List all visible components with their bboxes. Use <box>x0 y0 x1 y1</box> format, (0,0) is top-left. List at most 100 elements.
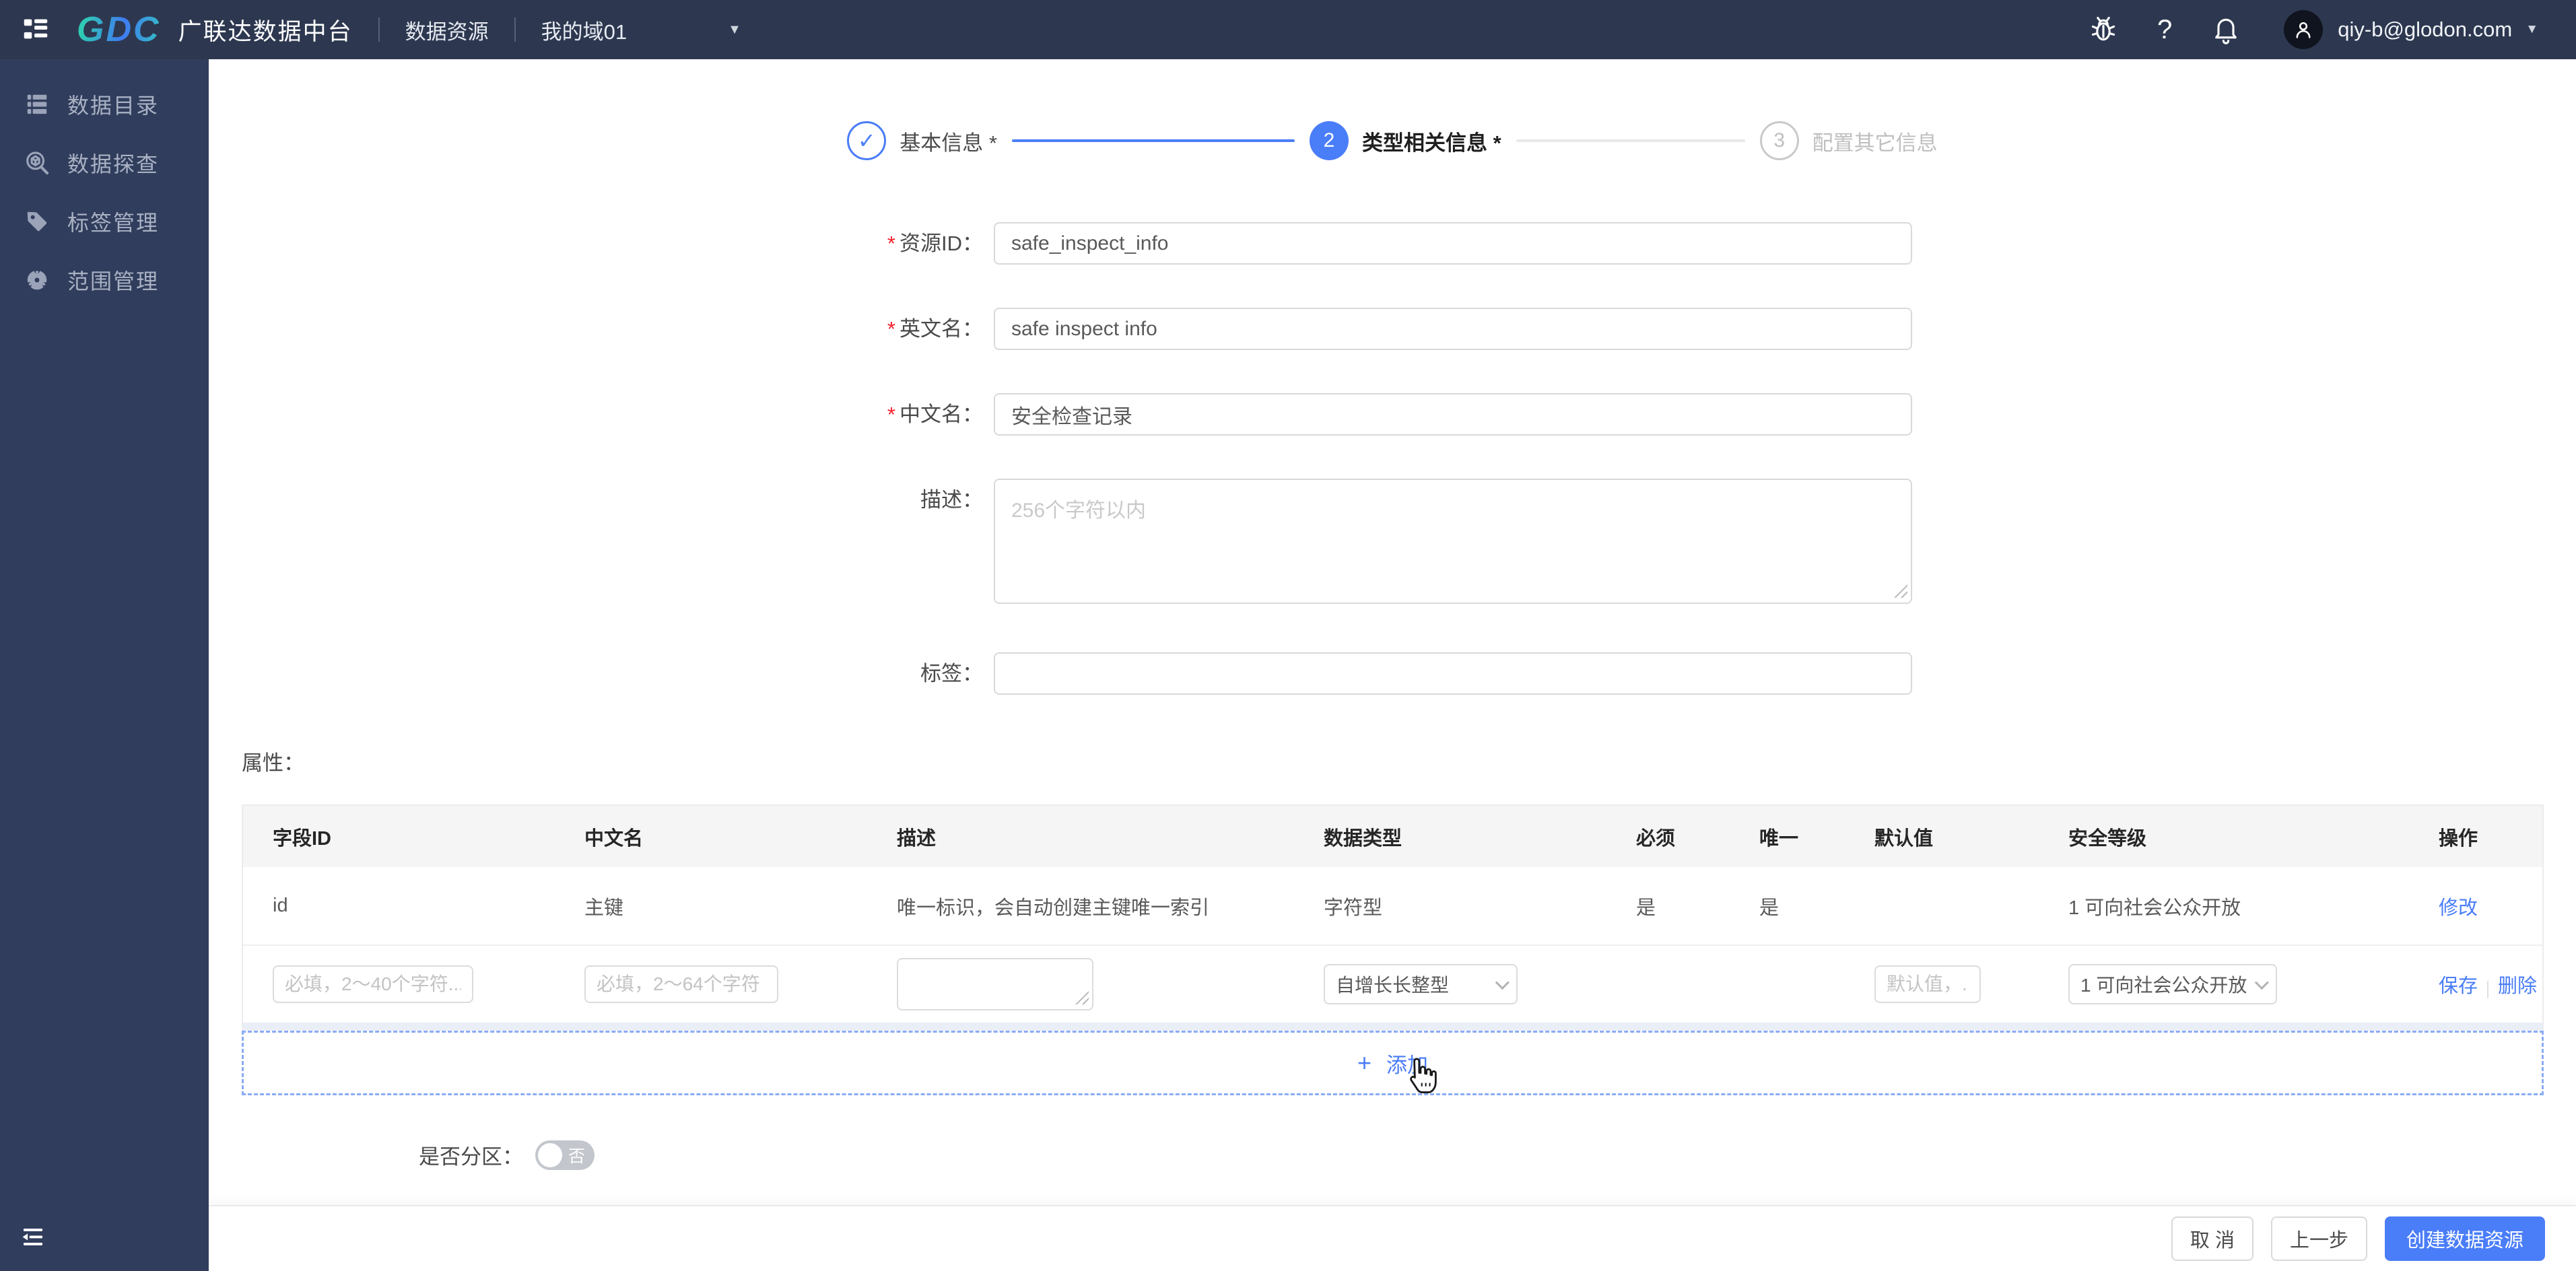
field-id-input[interactable] <box>273 965 473 1003</box>
description-field[interactable] <box>994 479 1912 604</box>
sidebar-item-tag-management[interactable]: 标签管理 <box>0 197 209 246</box>
desc-input[interactable] <box>897 958 1093 1010</box>
toggle-knob <box>538 1142 562 1167</box>
table-edit-row: 自增长长整型 是 是 <box>243 946 2542 1023</box>
step-number: 3 <box>1759 121 1799 160</box>
step-check-icon: ✓ <box>847 121 887 160</box>
sidebar-item-data-catalog[interactable]: 数据目录 <box>0 79 209 129</box>
user-email[interactable]: qiy-b@glodon.com <box>2338 18 2512 42</box>
domain-selector[interactable]: 我的域01 ▼ <box>541 15 741 45</box>
sidebar-item-data-explore[interactable]: 数据探查 <box>0 138 209 187</box>
step-connector-wait <box>1516 139 1745 142</box>
table-scrollbar-track[interactable] <box>243 1023 2542 1031</box>
step-other-config[interactable]: 3 配置其它信息 <box>1759 121 1938 160</box>
sidebar-item-label: 数据探查 <box>67 151 160 176</box>
step-label: 配置其它信息 <box>1812 131 1938 155</box>
delete-row-link[interactable]: 删除 <box>2498 975 2537 997</box>
sidebar: 数据目录 数据探查 标签管理 范围管理 <box>0 59 209 1271</box>
notification-bell-icon[interactable] <box>2211 15 2241 44</box>
step-number: 2 <box>1310 121 1349 160</box>
previous-step-button[interactable]: 上一步 <box>2270 1216 2367 1261</box>
sidebar-collapse-icon[interactable] <box>19 1224 47 1252</box>
help-icon[interactable]: ? <box>2157 15 2172 45</box>
footer-action-bar: 取 消 上一步 创建数据资源 <box>209 1205 2576 1271</box>
partition-row: 是否分区： 否 <box>419 1140 2576 1170</box>
col-header-unique: 唯一 <box>1759 827 1799 850</box>
col-header-required: 必须 <box>1636 827 1676 850</box>
required-asterisk: * <box>887 317 895 341</box>
edit-row-link[interactable]: 修改 <box>2439 892 2513 920</box>
tag-icon <box>27 211 47 231</box>
col-header-action: 操作 <box>2439 827 2478 850</box>
person-icon <box>2296 22 2311 38</box>
plus-icon: + <box>1357 1049 1372 1076</box>
resource-id-field[interactable] <box>994 222 1912 265</box>
toggle-knob <box>1732 987 1757 1011</box>
col-header-cn-name: 中文名 <box>584 827 644 850</box>
english-name-label: * 英文名： <box>887 317 983 341</box>
tags-label: 标签： <box>920 662 983 685</box>
cell-cn-name: 主键 <box>584 897 624 919</box>
explore-icon <box>26 151 49 174</box>
gdc-logo[interactable]: GDC <box>77 9 161 50</box>
toggle-label: 是 <box>1647 976 1664 995</box>
col-header-desc: 描述 <box>897 827 937 850</box>
step-label: 类型相关信息 * <box>1362 131 1501 155</box>
chevron-down-icon[interactable]: ▼ <box>2526 22 2538 37</box>
domain-selector-label: 我的域01 <box>541 20 628 44</box>
table-header-row: 字段ID 中文名 描述 数据类型 必须 唯一 默认值 安全等级 操作 <box>243 806 2542 867</box>
resource-id-label: * 资源ID： <box>887 232 983 255</box>
step-basic-info[interactable]: ✓ 基本信息 * <box>847 121 997 160</box>
main-content: ✓ 基本信息 * 2 类型相关信息 * 3 配置其它信息 *资源ID： *英文名… <box>209 59 2576 1271</box>
divider <box>378 18 380 42</box>
partition-toggle[interactable]: 否 <box>535 1140 595 1170</box>
attributes-section-label: 属性： <box>242 751 304 775</box>
save-row-link[interactable]: 保存 <box>2439 975 2478 997</box>
cell-desc: 唯一标识，会自动创建主键唯一索引 <box>897 897 1210 919</box>
sidebar-item-label: 数据目录 <box>67 93 160 118</box>
toggle-label: 是 <box>1770 976 1788 995</box>
top-navbar: GDC 广联达数据中台 数据资源 我的域01 ▼ ? qiy-b@glodon.… <box>0 0 2576 59</box>
tags-field[interactable] <box>994 652 1912 695</box>
chinese-name-label: * 中文名： <box>887 403 983 426</box>
nav-item-data-resource[interactable]: 数据资源 <box>405 15 489 45</box>
user-avatar[interactable] <box>2284 10 2324 49</box>
layout-menu-icon[interactable] <box>20 14 51 45</box>
table-row: id 主键 唯一标识，会自动创建主键唯一索引 字符型 是 是 1 可向社会公众开… <box>243 867 2542 946</box>
security-level-select-value: 1 可向社会公众开放 <box>2080 975 2247 996</box>
partition-label: 是否分区： <box>419 1145 523 1169</box>
add-attribute-button[interactable]: + 添加 <box>242 1031 2544 1095</box>
col-header-default: 默认值 <box>1874 827 1934 850</box>
bug-report-icon[interactable] <box>2089 15 2118 44</box>
cell-unique: 是 <box>1759 897 1780 919</box>
chinese-name-field[interactable] <box>994 393 1912 436</box>
cell-data-type: 字符型 <box>1324 897 1383 919</box>
toggle-label: 否 <box>568 1146 585 1166</box>
required-asterisk: * <box>887 403 895 426</box>
cell-security: 1 可向社会公众开放 <box>2068 897 2241 919</box>
cn-name-input[interactable] <box>584 965 778 1003</box>
divider <box>2487 980 2489 998</box>
toggle-knob <box>1609 987 1633 1011</box>
col-header-field-id: 字段ID <box>273 827 332 850</box>
col-header-security: 安全等级 <box>2068 827 2147 850</box>
database-icon <box>27 94 47 114</box>
col-header-data-type: 数据类型 <box>1324 827 1402 850</box>
default-value-input[interactable] <box>1874 965 1981 1003</box>
data-type-select[interactable]: 自增长长整型 <box>1324 964 1518 1004</box>
add-attribute-label: 添加 <box>1386 1053 1429 1077</box>
security-level-select[interactable]: 1 可向社会公众开放 <box>2068 964 2277 1004</box>
step-type-info[interactable]: 2 类型相关信息 * <box>1310 121 1501 160</box>
description-label: 描述： <box>920 488 983 512</box>
sidebar-item-scope-management[interactable]: 范围管理 <box>0 255 209 304</box>
cancel-button[interactable]: 取 消 <box>2171 1216 2253 1261</box>
sidebar-item-label: 范围管理 <box>67 269 160 294</box>
step-connector-done <box>1012 139 1295 142</box>
chevron-down-icon <box>2254 975 2269 990</box>
english-name-field[interactable] <box>994 308 1912 350</box>
attributes-table: 字段ID 中文名 描述 数据类型 必须 唯一 默认值 安全等级 操作 id 主键… <box>242 804 2544 1095</box>
create-data-resource-button[interactable]: 创建数据资源 <box>2384 1216 2545 1261</box>
cell-required: 是 <box>1636 897 1656 919</box>
divider <box>514 18 516 42</box>
product-title: 广联达数据中台 <box>178 18 353 45</box>
